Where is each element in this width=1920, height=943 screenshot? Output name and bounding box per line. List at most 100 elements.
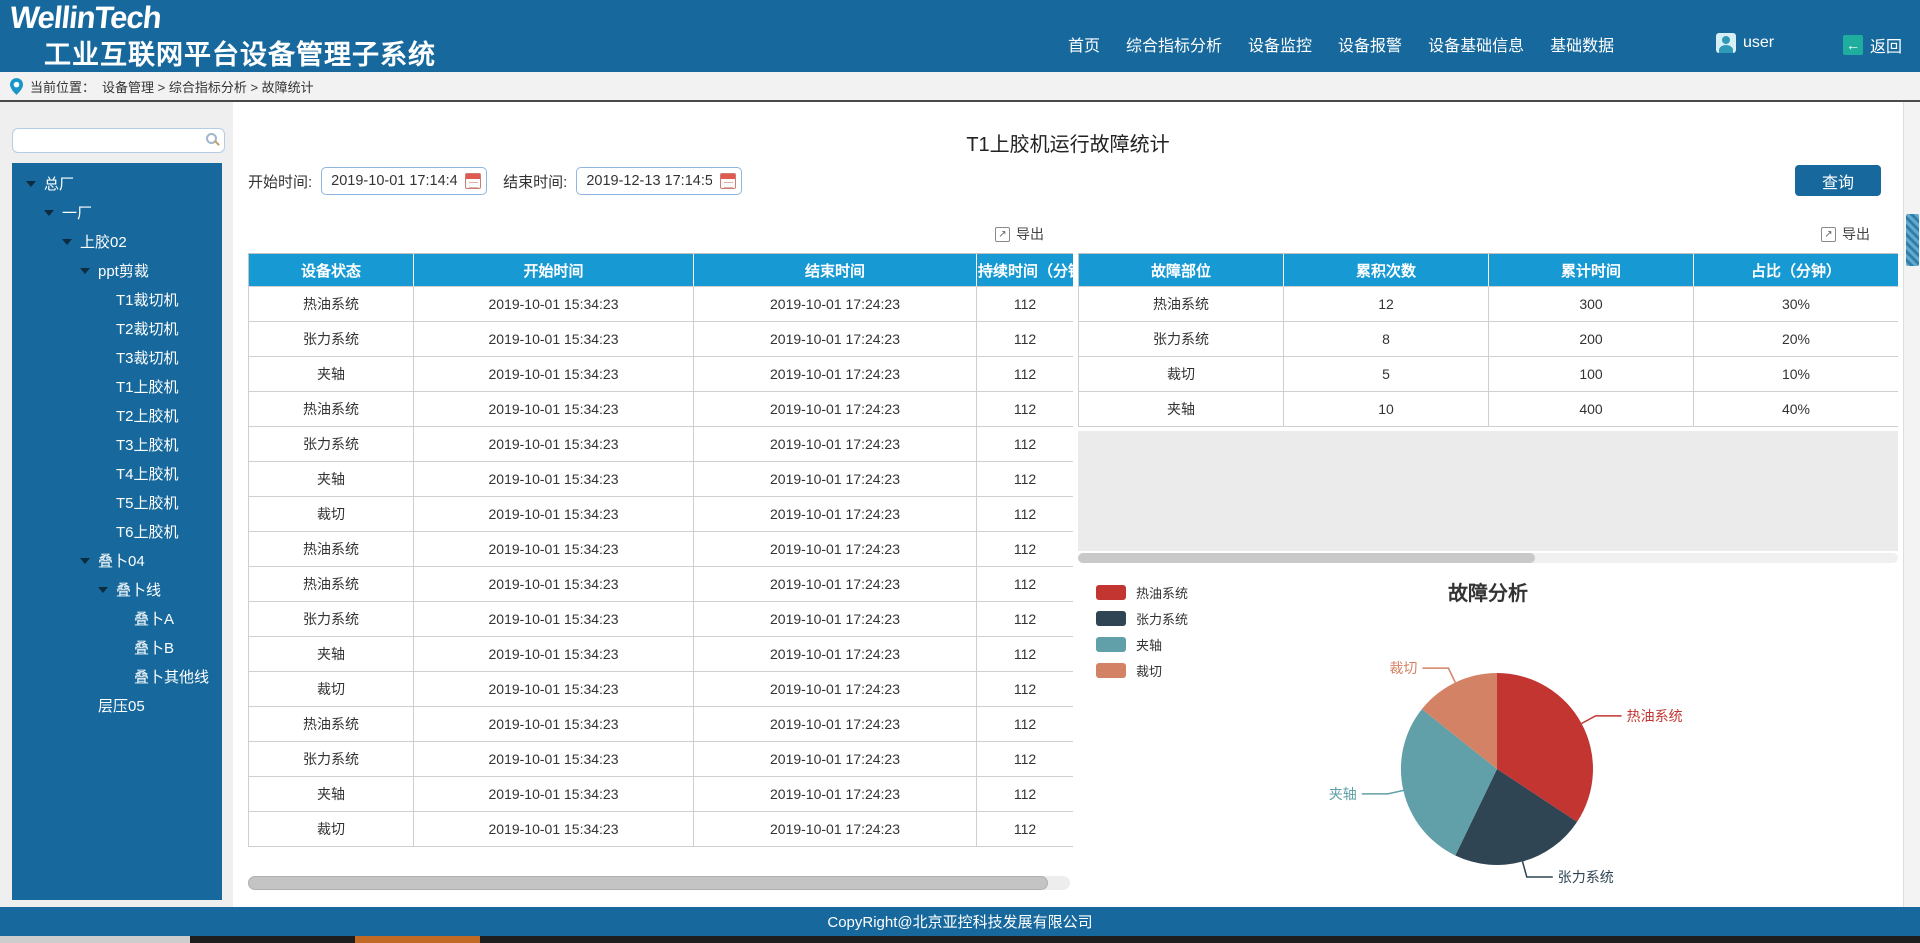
tree-item[interactable]: 总厂 [12,169,222,198]
fault-table-spacer [1078,431,1898,551]
export-status-table-button[interactable]: ↗ 导出 [995,222,1044,246]
tree-item[interactable]: T3上胶机 [12,430,222,459]
tree-item[interactable]: 层压05 [12,691,222,720]
hscrollbar-thumb[interactable] [1078,553,1535,563]
nav-item[interactable]: 设备报警 [1338,32,1402,56]
table-cell: 张力系统 [249,322,414,357]
tree-item-label: 上胶02 [80,231,127,252]
tree-item[interactable]: 一厂 [12,198,222,227]
app-header: WellinTech 工业互联网平台设备管理子系统 首页综合指标分析设备监控设备… [0,0,1920,72]
tree-item[interactable]: 叠卜线 [12,575,222,604]
table-cell: 100 [1489,357,1694,392]
back-button[interactable]: ← 返回 [1843,33,1902,57]
tree-expand-icon[interactable] [62,239,72,245]
filter-bar: 开始时间: 结束时间: [248,165,758,197]
status-table-hscrollbar [248,876,1070,890]
tree-item[interactable]: 叠卜B [12,633,222,662]
table-row: 夹轴2019-10-01 15:34:232019-10-01 17:24:23… [249,462,1074,497]
table-cell: 112 [977,812,1074,847]
table-cell: 热油系统 [249,287,414,322]
tree-item[interactable]: T5上胶机 [12,488,222,517]
tree-expand-icon[interactable] [98,587,108,593]
page-title: T1上胶机运行故障统计 [233,128,1903,157]
tree-item[interactable]: 叠卜其他线 [12,662,222,691]
user-menu[interactable]: user [1716,33,1774,53]
user-avatar-icon [1716,33,1736,53]
tree-item-label: 一厂 [62,202,92,223]
end-time-input[interactable] [584,171,714,191]
table-row: 夹轴2019-10-01 15:34:232019-10-01 17:24:23… [249,637,1074,672]
tree-expand-icon[interactable] [44,210,54,216]
nav-item[interactable]: 首页 [1068,32,1100,56]
export-label: 导出 [1842,224,1870,244]
tree-item[interactable]: T6上胶机 [12,517,222,546]
tree-item-label: 层压05 [98,695,145,716]
table-cell: 2019-10-01 17:24:23 [694,532,977,567]
tree-expand-icon[interactable] [26,181,36,187]
tree-expand-icon[interactable] [80,268,90,274]
table-row: 裁切2019-10-01 15:34:232019-10-01 17:24:23… [249,497,1074,532]
table-cell: 112 [977,777,1074,812]
table-cell: 热油系统 [249,392,414,427]
start-time-field [321,167,487,195]
table-cell: 12 [1284,287,1489,322]
table-cell: 热油系统 [1079,287,1284,322]
table-row: 张力系统2019-10-01 15:34:232019-10-01 17:24:… [249,322,1074,357]
main-panel: T1上胶机运行故障统计 开始时间: 结束时间: 查询 ↗ 导出 ↗ 导出 设备状… [233,102,1903,907]
tree-item[interactable]: ppt剪裁 [12,256,222,285]
search-icon[interactable] [206,133,217,144]
tree-item[interactable]: T4上胶机 [12,459,222,488]
hscrollbar-thumb[interactable] [248,876,1048,890]
table-cell: 2019-10-01 17:24:23 [694,707,977,742]
column-header: 累计时间 [1489,254,1694,287]
pie-label-line [1523,862,1553,878]
nav-item[interactable]: 设备监控 [1248,32,1312,56]
tree-item[interactable]: T3裁切机 [12,343,222,372]
tree-item[interactable]: 叠卜A [12,604,222,633]
end-time-label: 结束时间: [503,171,567,192]
nav-item[interactable]: 基础数据 [1550,32,1614,56]
tree-item[interactable]: T2上胶机 [12,401,222,430]
tree-expand-icon[interactable] [80,558,90,564]
table-cell: 112 [977,567,1074,602]
search-input[interactable] [19,130,199,151]
table-cell: 2019-10-01 17:24:23 [694,567,977,602]
tree-item[interactable]: 叠卜04 [12,546,222,575]
table-cell: 200 [1489,322,1694,357]
nav-item[interactable]: 综合指标分析 [1126,32,1222,56]
table-cell: 裁切 [249,812,414,847]
tree-item-label: T4上胶机 [116,463,179,484]
tree-item[interactable]: 上胶02 [12,227,222,256]
table-row: 热油系统2019-10-01 15:34:232019-10-01 17:24:… [249,392,1074,427]
table-cell: 112 [977,497,1074,532]
vscrollbar-thumb[interactable] [1906,214,1919,266]
pie-slice-label: 张力系统 [1558,869,1614,885]
start-time-input[interactable] [329,171,459,191]
table-cell: 热油系统 [249,567,414,602]
column-header: 故障部位 [1079,254,1284,287]
pie-slice-label: 夹轴 [1329,786,1357,802]
export-label: 导出 [1016,224,1044,244]
table-row: 张力系统2019-10-01 15:34:232019-10-01 17:24:… [249,602,1074,637]
tree-item[interactable]: T2裁切机 [12,314,222,343]
calendar-icon[interactable] [465,173,481,189]
calendar-icon[interactable] [720,173,736,189]
table-cell: 112 [977,427,1074,462]
query-button[interactable]: 查询 [1795,165,1881,196]
tree-item[interactable]: T1裁切机 [12,285,222,314]
tree-item-label: T5上胶机 [116,492,179,513]
export-icon: ↗ [1821,227,1836,242]
export-icon: ↗ [995,227,1010,242]
table-cell: 30% [1694,287,1899,322]
table-cell: 裁切 [1079,357,1284,392]
table-row: 夹轴2019-10-01 15:34:232019-10-01 17:24:23… [249,777,1074,812]
table-row: 热油系统2019-10-01 15:34:232019-10-01 17:24:… [249,567,1074,602]
fault-analysis-chart: 热油系统张力系统夹轴裁切 故障分析 热油系统张力系统夹轴裁切 [1078,563,1898,907]
export-fault-table-button[interactable]: ↗ 导出 [1821,222,1870,246]
tree-item[interactable]: T1上胶机 [12,372,222,401]
tree-item-label: T2上胶机 [116,405,179,426]
table-row: 热油系统1230030% [1079,287,1899,322]
nav-item[interactable]: 设备基础信息 [1428,32,1524,56]
table-cell: 5 [1284,357,1489,392]
taskbar-strip [0,936,1920,943]
